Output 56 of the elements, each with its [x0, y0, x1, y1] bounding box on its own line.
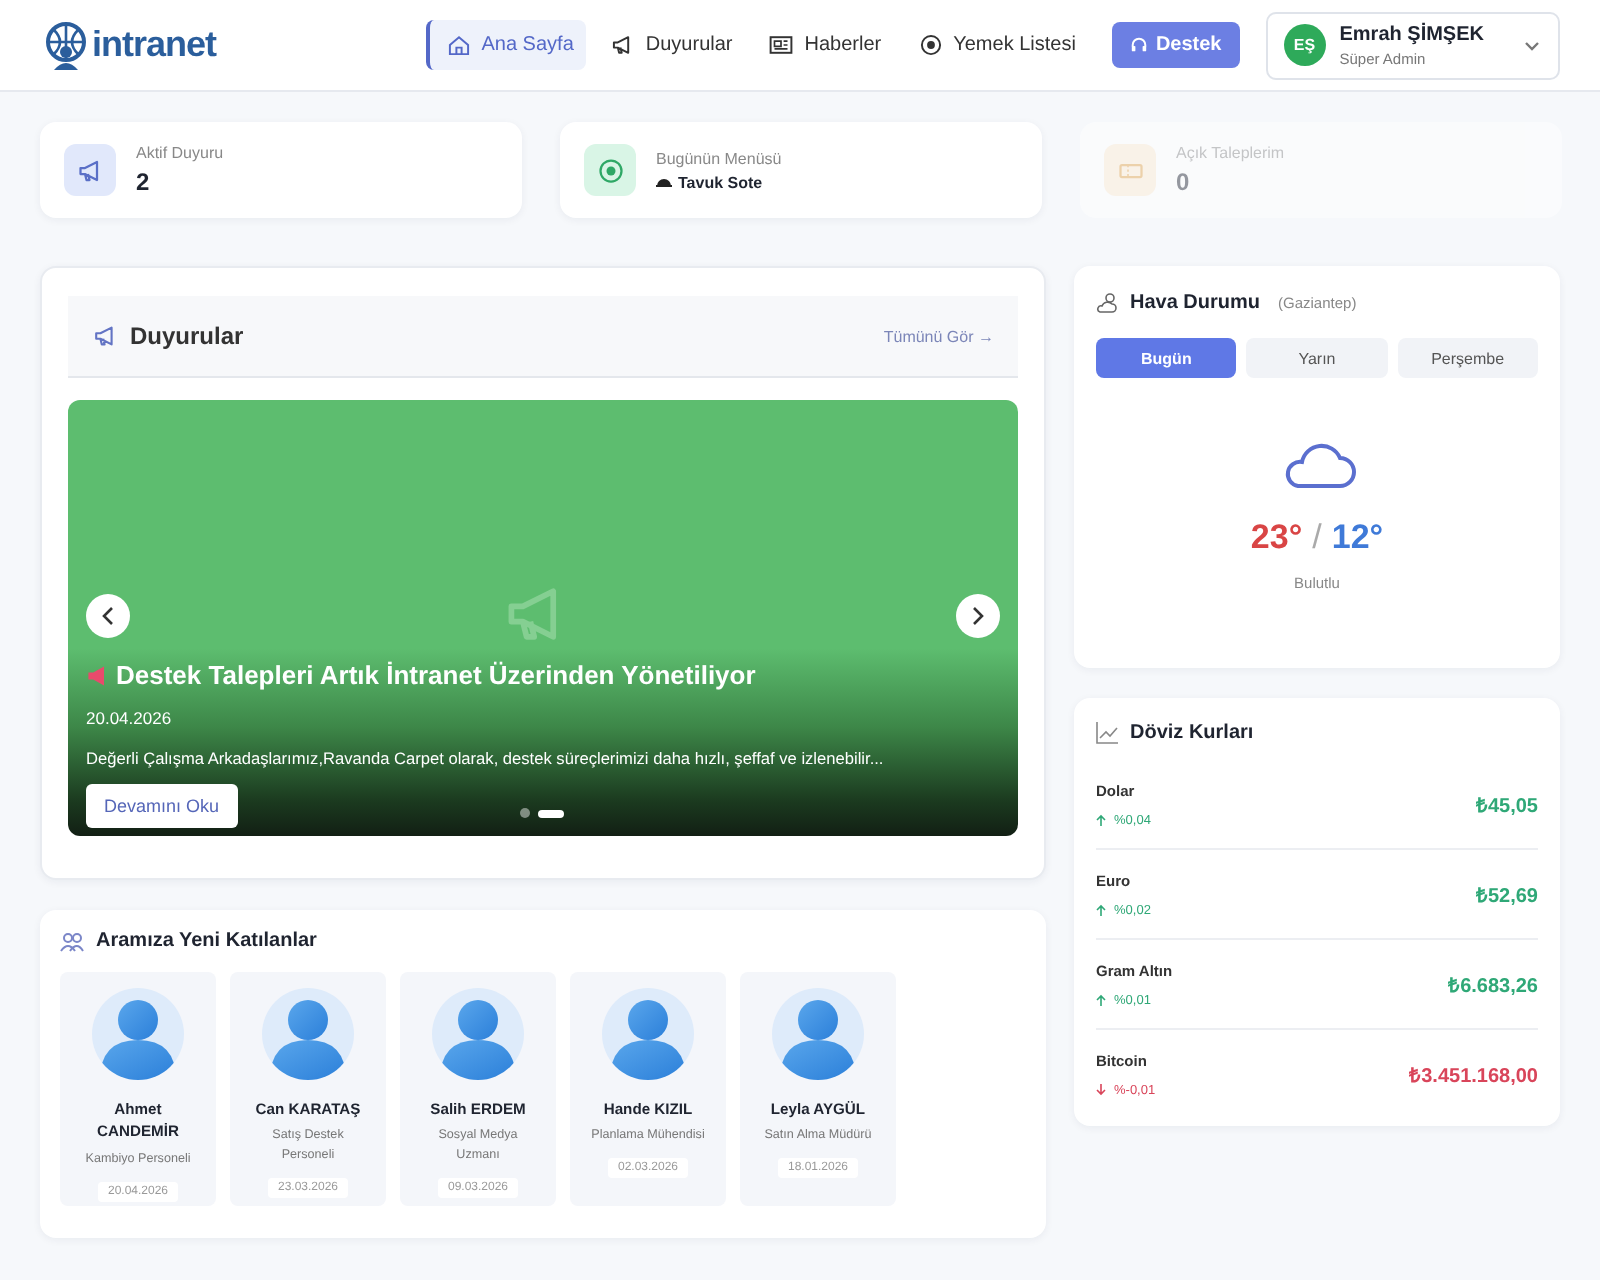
- arrow-up-icon: [1096, 994, 1106, 1006]
- previous-button[interactable]: [86, 594, 130, 638]
- avatar-icon: [92, 988, 184, 1080]
- next-button[interactable]: [956, 594, 1000, 638]
- stat-value: 2: [136, 168, 150, 196]
- logo-text: intranet: [92, 24, 217, 66]
- user-name: Emrah ŞİMŞEK: [1339, 23, 1484, 45]
- newspaper-icon: [768, 32, 795, 58]
- section-title: Döviz Kurları: [1130, 722, 1254, 744]
- currency-price: ₺3.451.168,00: [1409, 1064, 1538, 1088]
- avatar-icon: [772, 988, 864, 1080]
- arrow-down-icon: [1096, 1084, 1106, 1096]
- carousel-dot[interactable]: [520, 808, 530, 818]
- support-button[interactable]: Destek: [1111, 22, 1240, 68]
- slide-date: 20.04.2026: [86, 708, 172, 728]
- day-tab[interactable]: Bugün: [1096, 338, 1237, 378]
- arrow-up-icon: [1096, 904, 1106, 916]
- currency-price: ₺52,69: [1475, 884, 1538, 908]
- home-icon: [445, 32, 472, 58]
- stat-label: Aktif Duyuru: [136, 144, 224, 162]
- stat-value: 0: [1176, 168, 1190, 196]
- currency-price: ₺6.683,26: [1448, 974, 1538, 998]
- section-title: Duyurular: [130, 322, 244, 350]
- avatar-icon: [262, 988, 354, 1080]
- dish-icon: [656, 176, 672, 188]
- user-avatar: EŞ: [1283, 24, 1326, 66]
- low-temperature: 12°: [1331, 518, 1384, 556]
- megaphone-icon: [86, 663, 110, 687]
- read-more-button[interactable]: Devamını Oku: [86, 784, 238, 828]
- nav-link[interactable]: Yemek Listesi: [901, 20, 1088, 70]
- temperature-separator: /: [1312, 518, 1322, 556]
- section-title: Hava Durumu: [1130, 291, 1261, 313]
- stat-value: Tavuk Sote: [678, 173, 763, 191]
- avatar-icon: [432, 988, 524, 1080]
- slide-title: Destek Talepleri Artık İntranet Üzerinden Yönetiliyor: [116, 660, 756, 690]
- line-chart-icon: [1096, 722, 1118, 744]
- globe-logo-icon: [44, 21, 88, 69]
- nav-link[interactable]: Haberler: [752, 20, 894, 70]
- section-title: Aramıza Yeni Katılanlar: [96, 930, 317, 952]
- chevron-right-icon: [970, 606, 986, 626]
- nav-link[interactable]: Ana Sayfa: [425, 20, 586, 70]
- avatar-icon: [602, 988, 694, 1080]
- slide-excerpt: Değerli Çalışma Arkadaşlarımız,Ravanda Carpet olarak, destek süreçlerimizi daha hızlı, şeffaf ve izlenebilir...: [86, 748, 884, 768]
- arrow-up-icon: [1096, 814, 1106, 826]
- users-icon: [60, 931, 84, 951]
- high-temperature: 23°: [1250, 518, 1303, 556]
- plate-icon: [595, 155, 625, 185]
- headset-icon: [1129, 36, 1148, 54]
- stat-label: Bugünün Menüsü: [656, 149, 782, 167]
- chevron-left-icon: [100, 606, 116, 626]
- nav-link[interactable]: Duyurular: [593, 20, 745, 70]
- day-tab[interactable]: Perşembe: [1397, 338, 1538, 378]
- day-tab[interactable]: Yarın: [1246, 338, 1388, 378]
- currency-price: ₺45,05: [1475, 794, 1538, 818]
- plate-icon: [917, 32, 944, 58]
- cloud-sun-icon: [1096, 290, 1120, 314]
